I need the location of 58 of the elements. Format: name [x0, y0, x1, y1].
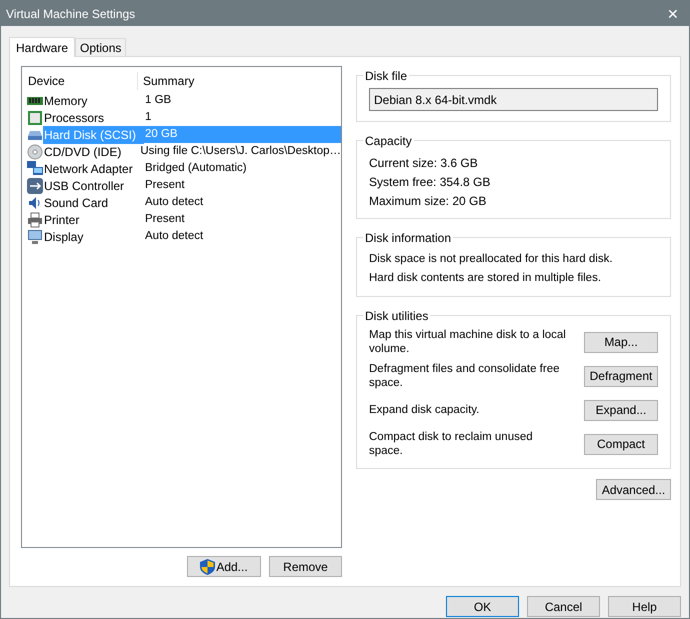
utility-button[interactable]: Compact [584, 434, 658, 454]
disk-file-field[interactable]: Debian 8.x 64-bit.vmdk [369, 88, 658, 111]
remove-button[interactable]: Remove [269, 556, 342, 577]
capacity-text: Maximum size: 20 GB [369, 192, 486, 210]
network-computers-icon [27, 160, 43, 176]
chip-icon [27, 110, 43, 126]
device-name: Memory [44, 94, 88, 108]
close-button[interactable]: ✕ [667, 6, 679, 20]
device-row[interactable]: CD/DVD (IDE) Using file C:\Users\J. Carlos\Desktop… [22, 143, 341, 160]
device-summary: 20 GB [145, 128, 178, 140]
capacity-text: System free: 354.8 GB [369, 174, 490, 190]
device-name: Hard Disk (SCSI) [44, 128, 136, 142]
device-name: Network Adapter [44, 162, 133, 176]
device-summary: Using file C:\Users\J. Carlos\Desktop… [140, 144, 341, 157]
device-name: CD/DVD (IDE) [44, 144, 122, 158]
dialog-button[interactable]: Help [608, 596, 681, 617]
device-summary: Present [145, 178, 185, 191]
printer-icon [27, 212, 43, 228]
column-header[interactable]: Summary [138, 72, 194, 90]
device-row[interactable]: Network Adapter Bridged (Automatic) [22, 160, 341, 177]
utility-button[interactable]: Defragment [584, 366, 658, 386]
device-row[interactable]: Sound Card Auto detect [22, 194, 341, 211]
device-row[interactable]: Processors 1 [22, 109, 341, 126]
information-text: Disk space is not preallocated for this hard disk. [369, 252, 613, 267]
device-name: Printer [44, 212, 80, 226]
utility-description: Expand disk capacity. [369, 403, 480, 417]
capacity-text: Current size: 3.6 GB [369, 154, 478, 172]
device-summary: 1 GB [145, 94, 172, 106]
device-name: Processors [44, 110, 104, 124]
tab[interactable]: Hardware [9, 37, 76, 57]
column-header[interactable]: Device [22, 72, 138, 90]
utility-description: Compact disk to reclaim unused space. [369, 430, 534, 458]
device-name: Sound Card [44, 196, 108, 210]
device-summary: 1 [145, 110, 152, 123]
add-button[interactable]: Add... [187, 556, 261, 577]
utility-description: Map this virtual machine disk to a local volume. [369, 328, 567, 356]
information-text: Hard disk contents are stored in multiple files. [369, 270, 602, 286]
device-row[interactable]: Printer Present [22, 211, 341, 228]
device-row[interactable]: USB Controller Present [22, 177, 341, 194]
utility-description: Defragment files and consolidate free space. [369, 362, 560, 390]
monitor-icon [27, 228, 43, 244]
window-title: Virtual Machine Settings [6, 6, 136, 22]
device-name: Display [44, 230, 84, 244]
device-summary: Auto detect [145, 230, 204, 242]
device-row[interactable]: Display Auto detect [22, 228, 341, 245]
device-summary: Bridged (Automatic) [145, 162, 247, 174]
advanced-button[interactable]: Advanced... [596, 479, 671, 500]
tab[interactable]: Options [75, 38, 126, 56]
disc-icon [27, 144, 43, 160]
device-row[interactable]: Memory 1 GB [22, 92, 341, 109]
utility-button[interactable]: Expand... [584, 400, 658, 420]
shield-icon [200, 558, 216, 574]
device-summary: Present [145, 212, 185, 225]
utility-button[interactable]: Map... [584, 332, 658, 352]
device-name: USB Controller [44, 178, 124, 192]
dialog-button[interactable]: OK [446, 596, 519, 617]
device-summary: Auto detect [145, 196, 204, 208]
dialog-button[interactable]: Cancel [527, 596, 600, 617]
